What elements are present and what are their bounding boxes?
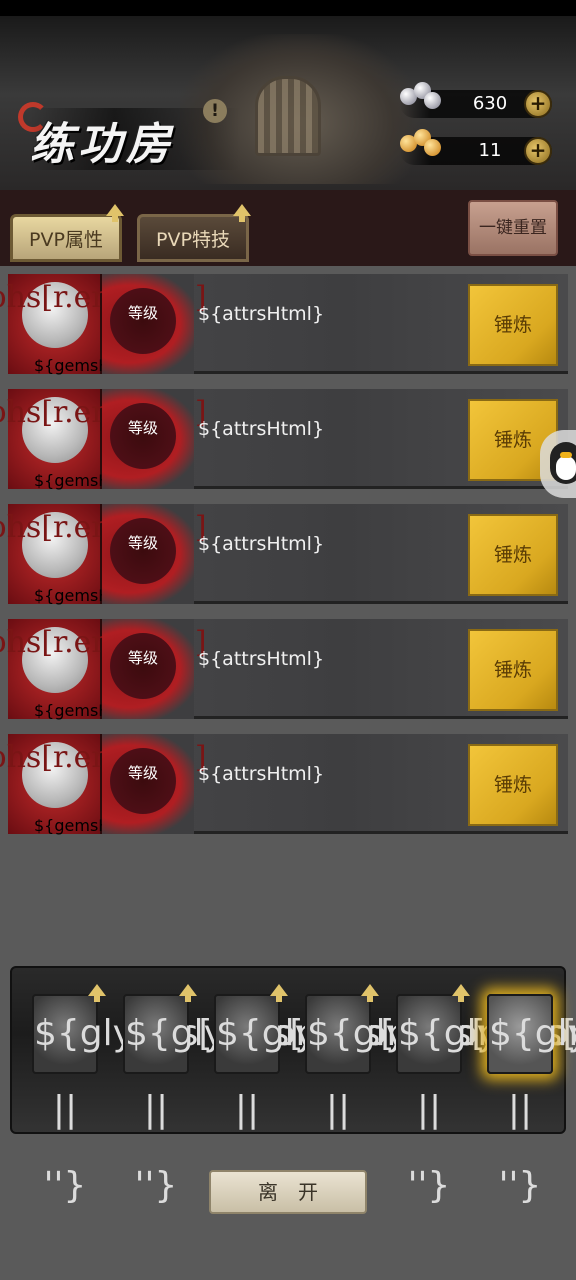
up-arrow-icon — [106, 204, 124, 222]
class-tab[interactable]: ${glyphs[c.icon] || ''} — [26, 994, 332, 1206]
header: 练功房 ! 630 + 11 + — [0, 16, 576, 190]
level-badge: 等级 — [110, 288, 176, 354]
up-arrow-icon — [88, 984, 106, 1002]
forge-button[interactable]: 锤炼 — [468, 744, 558, 826]
level-badge: 等级 — [110, 518, 176, 584]
${r.emblem}: ${glyphs[r.emblem] || ''} — [0, 625, 207, 693]
${c.icon}: ${glyphs[c.icon] || ''} — [487, 994, 576, 1206]
reset-all-button[interactable]: 一键重置 — [468, 200, 558, 256]
attribute-row: ${glyphs[r.emblem] || ''} ${gemsHtml} 等级… — [0, 274, 568, 375]
class-tab[interactable]: ${glyphs[c.icon] || ''} — [390, 994, 576, 1206]
${c.icon}: ${glyphs[c.icon] || ''} — [396, 994, 576, 1206]
tab-pvp-skills[interactable]: PVP特技 — [137, 214, 249, 262]
attribute-row: ${glyphs[r.emblem] || ''} ${gemsHtml} 等级… — [0, 734, 568, 835]
resource-gold: 11 + — [400, 129, 552, 165]
forge-button[interactable]: 锤炼 — [468, 514, 558, 596]
${c.icon}: ${glyphs[c.icon] || ''} — [214, 994, 514, 1206]
${r.emblem}: ${glyphs[r.emblem] || ''} — [0, 740, 207, 808]
level-label: 等级 — [127, 304, 158, 322]
attribute-row: ${glyphs[r.emblem] || ''} ${gemsHtml} 等级… — [0, 389, 568, 490]
class-selector: ${glyphs[c.icon] || ''} ${glyphs[c.icon]… — [10, 966, 576, 1206]
up-arrow-icon — [361, 984, 379, 1002]
level-label: 等级 — [127, 534, 158, 552]
class-tab[interactable]: ${glyphs[c.icon] || ''} — [299, 994, 576, 1206]
up-arrow-icon — [270, 984, 288, 1002]
emblem: ${glyphs[r.emblem] || ''} ${gemsHtml} — [0, 504, 207, 605]
${c.icon}: ${glyphs[c.icon] || ''} — [123, 994, 423, 1206]
emblem: ${glyphs[r.emblem] || ''} ${gemsHtml} — [0, 619, 207, 720]
tab-pvp-attributes[interactable]: PVP属性 — [10, 214, 122, 262]
${c.icon}: ${glyphs[c.icon] || ''} — [305, 994, 576, 1206]
forge-button[interactable]: 锤炼 — [468, 284, 558, 366]
emblem: ${glyphs[r.emblem] || ''} ${gemsHtml} — [0, 274, 207, 375]
exclamation-icon[interactable]: ! — [203, 99, 227, 123]
emblem: ${glyphs[r.emblem] || ''} ${gemsHtml} — [0, 389, 207, 490]
plus-icon[interactable]: + — [524, 90, 552, 118]
attribute-list: ${attrsHtml} — [198, 763, 325, 785]
attribute-list: ${attrsHtml} — [198, 648, 325, 670]
level-label: 等级 — [127, 419, 158, 437]
attribute-row: ${glyphs[r.emblem] || ''} ${gemsHtml} 等级… — [0, 619, 568, 720]
up-arrow-icon — [452, 984, 470, 1002]
${r.emblem}: ${glyphs[r.emblem] || ''} — [0, 395, 207, 463]
level-badge: 等级 — [110, 403, 176, 469]
plus-icon[interactable]: + — [524, 137, 552, 165]
attribute-list: ${attrsHtml} — [198, 303, 325, 325]
status-bar — [0, 0, 576, 16]
class-tab[interactable]: ${glyphs[c.icon] || ''} — [481, 994, 576, 1206]
level-badge: 等级 — [110, 748, 176, 814]
class-tab[interactable]: ${glyphs[c.icon] || ''} — [208, 994, 514, 1206]
attribute-list: ${attrsHtml} — [198, 533, 325, 555]
leave-button[interactable]: 离开 — [209, 1170, 367, 1214]
up-arrow-icon — [179, 984, 197, 1002]
attribute-row: ${glyphs[r.emblem] || ''} ${gemsHtml} 等级… — [0, 504, 568, 605]
resource-value: 11 — [478, 140, 502, 161]
${r.emblem}: ${glyphs[r.emblem] || ''} — [0, 280, 207, 348]
resource-silver: 630 + — [400, 82, 552, 118]
forge-button[interactable]: 锤炼 — [468, 629, 558, 711]
silver-pearls-icon — [394, 78, 442, 118]
qq-penguin-icon[interactable] — [540, 430, 576, 498]
resource-value: 630 — [472, 93, 508, 114]
emblem: ${glyphs[r.emblem] || ''} ${gemsHtml} — [0, 734, 207, 835]
class-tab[interactable]: ${glyphs[c.icon] || ''} — [117, 994, 423, 1206]
attribute-list: ${attrsHtml} — [198, 418, 325, 440]
level-label: 等级 — [127, 764, 158, 782]
${r.emblem}: ${glyphs[r.emblem] || ''} — [0, 510, 207, 578]
level-label: 等级 — [127, 649, 158, 667]
gold-pearls-icon — [394, 125, 442, 165]
${c.icon}: ${glyphs[c.icon] || ''} — [32, 994, 332, 1206]
up-arrow-icon — [233, 204, 251, 222]
hall-door — [255, 76, 321, 156]
level-badge: 等级 — [110, 633, 176, 699]
